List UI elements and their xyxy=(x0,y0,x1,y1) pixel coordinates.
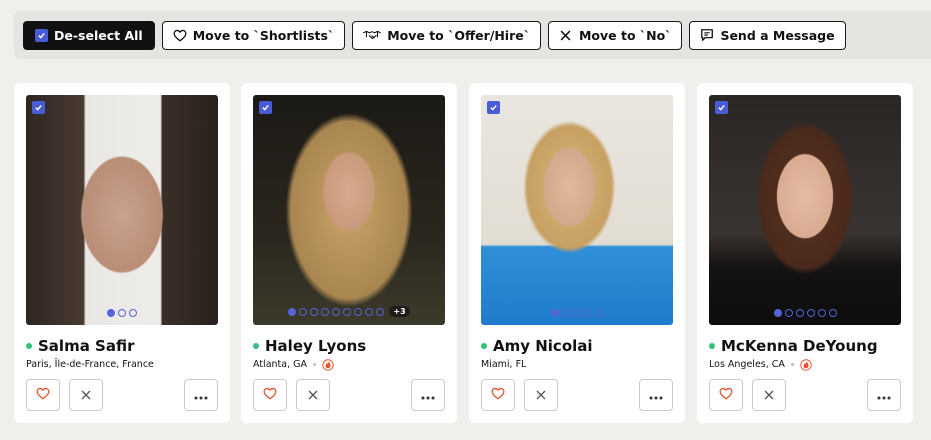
x-icon xyxy=(81,388,91,403)
heart-icon xyxy=(719,387,733,403)
photo-dot[interactable] xyxy=(817,309,826,317)
photo-dot[interactable] xyxy=(332,307,341,316)
photo-pagination[interactable] xyxy=(26,309,218,317)
heart-icon xyxy=(263,387,277,403)
photo-dot[interactable] xyxy=(784,309,793,317)
candidate-card[interactable]: McKenna DeYoung Los Angeles, CA xyxy=(697,83,913,423)
like-button[interactable] xyxy=(481,379,515,411)
reject-button[interactable] xyxy=(296,379,330,411)
candidate-photo[interactable] xyxy=(26,95,218,325)
ellipsis-icon xyxy=(194,388,208,403)
candidate-photo[interactable] xyxy=(481,95,673,325)
photo-dot[interactable] xyxy=(321,307,330,316)
more-options-button[interactable] xyxy=(639,379,673,411)
x-icon xyxy=(764,388,774,403)
select-checkbox[interactable] xyxy=(32,101,45,114)
candidate-name[interactable]: Amy Nicolai xyxy=(493,337,593,355)
x-icon xyxy=(536,388,546,403)
x-icon xyxy=(559,28,573,42)
reject-button[interactable] xyxy=(69,379,103,411)
candidate-card[interactable]: Amy Nicolai Miami, FL xyxy=(469,83,685,423)
candidate-location: Atlanta, GA xyxy=(253,358,307,370)
ellipsis-icon xyxy=(877,388,891,403)
move-to-shortlists-button[interactable]: Move to `Shortlists` xyxy=(161,20,346,50)
deselect-all-label: De-select All xyxy=(54,27,143,43)
separator-dot xyxy=(313,362,316,366)
heart-icon xyxy=(491,387,505,403)
chat-icon xyxy=(700,28,714,42)
photo-dot[interactable] xyxy=(806,309,815,317)
online-indicator xyxy=(253,343,259,349)
reject-button[interactable] xyxy=(752,379,786,411)
move-to-no-label: Move to `No` xyxy=(578,27,672,43)
online-indicator xyxy=(481,343,487,349)
send-message-button[interactable]: Send a Message xyxy=(689,20,846,50)
candidate-name[interactable]: Haley Lyons xyxy=(265,337,366,355)
online-indicator xyxy=(26,343,32,349)
photo-dot[interactable] xyxy=(129,309,137,317)
ellipsis-icon xyxy=(649,388,663,403)
photo-pagination[interactable]: +3 xyxy=(253,306,445,317)
photo-dot[interactable] xyxy=(376,307,385,316)
select-checkbox[interactable] xyxy=(715,101,728,114)
move-to-shortlists-label: Move to `Shortlists` xyxy=(192,27,335,43)
select-checkbox[interactable] xyxy=(487,101,500,114)
candidate-name[interactable]: McKenna DeYoung xyxy=(721,337,878,355)
x-icon xyxy=(308,388,318,403)
reject-button[interactable] xyxy=(524,379,558,411)
ellipsis-icon xyxy=(421,388,435,403)
more-options-button[interactable] xyxy=(867,379,901,411)
bulk-action-toolbar: De-select All Move to `Shortlists` Move … xyxy=(14,11,931,59)
photo-dot[interactable] xyxy=(828,309,837,317)
candidate-name[interactable]: Salma Safir xyxy=(38,337,134,355)
move-to-offer-hire-button[interactable]: Move to `Offer/Hire` xyxy=(352,20,541,50)
extra-photos-badge: +3 xyxy=(389,306,410,317)
flame-icon xyxy=(800,358,812,371)
heart-icon xyxy=(36,387,50,403)
more-options-button[interactable] xyxy=(184,379,218,411)
photo-pagination[interactable] xyxy=(709,309,901,317)
photo-dot[interactable] xyxy=(310,307,319,316)
photo-dot[interactable] xyxy=(118,309,126,317)
move-to-offer-hire-label: Move to `Offer/Hire` xyxy=(387,27,530,43)
photo-dot[interactable] xyxy=(551,309,559,317)
heart-icon xyxy=(173,28,187,42)
send-message-label: Send a Message xyxy=(720,27,835,43)
candidate-location: Miami, FL xyxy=(481,358,527,370)
photo-dot[interactable] xyxy=(299,307,308,316)
candidate-photo[interactable]: +3 xyxy=(253,95,445,325)
photo-dot[interactable] xyxy=(365,307,374,316)
photo-dot[interactable] xyxy=(773,309,782,317)
photo-dot[interactable] xyxy=(288,307,297,316)
photo-dot[interactable] xyxy=(595,309,603,317)
candidate-photo[interactable] xyxy=(709,95,901,325)
candidate-card[interactable]: +3 Haley Lyons Atlanta, GA xyxy=(241,83,457,423)
candidate-card[interactable]: Salma Safir Paris, Île-de-France, France xyxy=(14,83,230,423)
photo-dot[interactable] xyxy=(573,309,581,317)
checkbox-checked-icon xyxy=(34,28,48,42)
flame-icon xyxy=(322,358,334,371)
photo-dot[interactable] xyxy=(107,309,115,317)
like-button[interactable] xyxy=(26,379,60,411)
online-indicator xyxy=(709,343,715,349)
photo-pagination[interactable] xyxy=(481,309,673,317)
photo-dot[interactable] xyxy=(584,309,592,317)
more-options-button[interactable] xyxy=(411,379,445,411)
photo-dot[interactable] xyxy=(795,309,804,317)
deselect-all-button[interactable]: De-select All xyxy=(23,20,155,50)
handshake-icon xyxy=(363,28,382,42)
photo-dot[interactable] xyxy=(354,307,363,316)
separator-dot xyxy=(790,362,794,366)
select-checkbox[interactable] xyxy=(259,101,272,114)
candidate-location: Paris, Île-de-France, France xyxy=(26,358,154,370)
like-button[interactable] xyxy=(709,379,743,411)
photo-dot[interactable] xyxy=(562,309,570,317)
candidate-location: Los Angeles, CA xyxy=(709,358,785,370)
move-to-no-button[interactable]: Move to `No` xyxy=(547,20,683,50)
like-button[interactable] xyxy=(253,379,287,411)
photo-dot[interactable] xyxy=(343,307,352,316)
